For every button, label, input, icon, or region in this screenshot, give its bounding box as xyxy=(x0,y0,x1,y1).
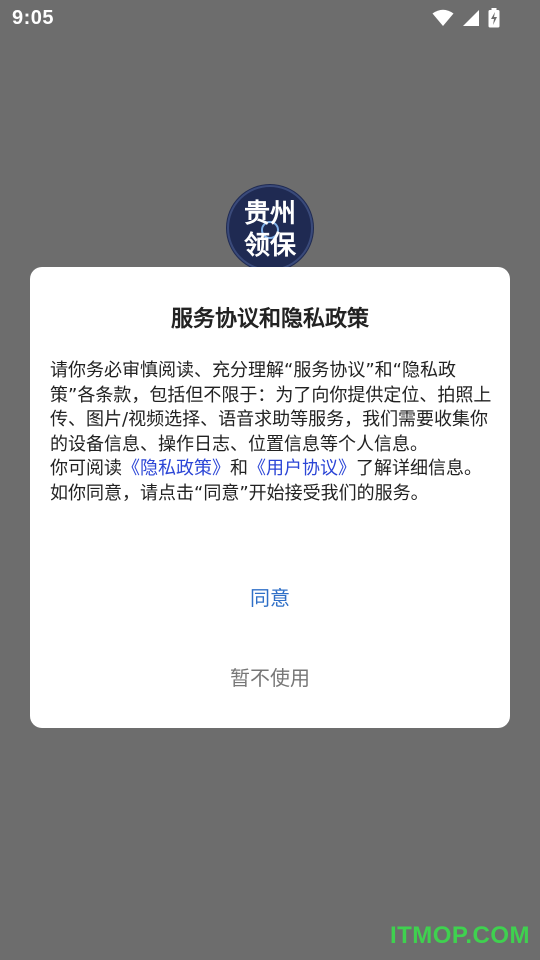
body-prefix: 你可阅读 xyxy=(50,458,122,479)
privacy-policy-link[interactable]: 《隐私政策》 xyxy=(122,458,230,479)
body-paragraph-1: 请你务必审慎阅读、充分理解“服务协议”和“隐私政策”各条款，包括但不限于：为了向… xyxy=(50,360,492,455)
status-time: 9:05 xyxy=(12,7,55,29)
dialog-title: 服务协议和隐私政策 xyxy=(170,307,369,332)
body-connector: 和 xyxy=(230,458,248,479)
privacy-dialog: 服务协议和隐私政策 请你务必审慎阅读、充分理解“服务协议”和“隐私政策”各条款，… xyxy=(30,267,510,728)
battery-charging-icon xyxy=(488,8,500,28)
cellular-signal-icon xyxy=(462,9,480,27)
status-icons xyxy=(432,8,500,28)
body-paragraph-2: 你可阅读《隐私政策》和《用户协议》了解详细信息。如你同意，请点击“同意”开始接受… xyxy=(50,457,498,506)
logo-line1: 贵州 xyxy=(244,199,296,229)
agree-button[interactable]: 同意 xyxy=(30,573,510,623)
site-watermark: ITMOP.COM xyxy=(389,922,530,949)
status-bar: 9:05 xyxy=(0,0,540,36)
dialog-body: 请你务必审慎阅读、充分理解“服务协议”和“隐私政策”各条款，包括但不限于：为了向… xyxy=(50,359,498,506)
user-agreement-link[interactable]: 《用户协议》 xyxy=(248,458,356,479)
app-logo: 贵州 领保 xyxy=(226,184,314,272)
decline-button[interactable]: 暂不使用 xyxy=(30,653,510,703)
logo-line2: 领保 xyxy=(244,230,297,261)
wifi-icon xyxy=(432,9,454,27)
